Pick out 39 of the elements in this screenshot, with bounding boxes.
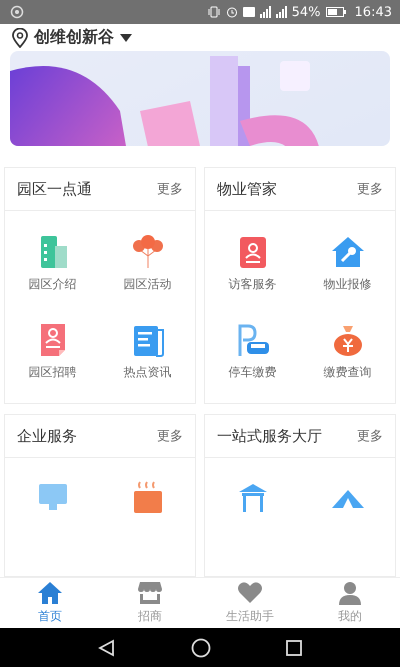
battery-icon — [326, 7, 346, 17]
vibrate-icon — [206, 6, 221, 18]
back-button[interactable] — [98, 638, 116, 656]
home-button[interactable] — [190, 638, 211, 658]
more-link[interactable]: 更多 — [157, 180, 183, 198]
clock-time: 16:43 — [354, 4, 392, 20]
section-title: 一站式服务大厅 — [217, 426, 322, 446]
service-item[interactable]: 停车缴费 — [205, 307, 300, 395]
tent-icon — [332, 490, 364, 508]
tab[interactable]: 首页 — [0, 578, 100, 628]
service-item[interactable]: 热点资讯 — [100, 307, 195, 395]
hd-icon — [242, 7, 255, 17]
more-link[interactable]: 更多 — [157, 427, 183, 445]
home-icon — [37, 581, 63, 605]
app-notification-icon — [10, 5, 24, 19]
location-pin-icon — [12, 28, 28, 48]
section-title: 物业管家 — [217, 180, 277, 198]
battery-percentage: 54% — [292, 4, 321, 20]
signal-icon — [260, 6, 271, 18]
service-item[interactable]: 园区招聘 — [5, 307, 100, 395]
recent-apps-button[interactable] — [286, 640, 302, 656]
more-link[interactable]: 更多 — [357, 427, 383, 445]
service-item[interactable]: 园区活动 — [100, 219, 195, 307]
service-item[interactable]: 访客服务 — [205, 219, 300, 307]
service-item[interactable]: 缴费查询 — [300, 307, 395, 395]
location-selector[interactable]: 创维创新谷 — [34, 27, 132, 48]
more-link[interactable]: 更多 — [357, 180, 383, 198]
dropdown-caret-icon — [120, 34, 132, 42]
section-title: 园区一点通 — [17, 180, 92, 198]
service-item[interactable]: 物业报修 — [300, 219, 395, 307]
signal-icon — [276, 6, 287, 18]
section-title: 企业服务 — [17, 426, 77, 446]
tab[interactable]: 招商 — [100, 578, 200, 628]
storefront-icon — [137, 581, 163, 605]
service-item[interactable]: 园区介绍 — [5, 219, 100, 307]
person-icon — [337, 581, 363, 605]
heart-icon — [237, 581, 263, 605]
alarm-icon — [226, 6, 238, 18]
tab[interactable]: 我的 — [300, 578, 400, 628]
